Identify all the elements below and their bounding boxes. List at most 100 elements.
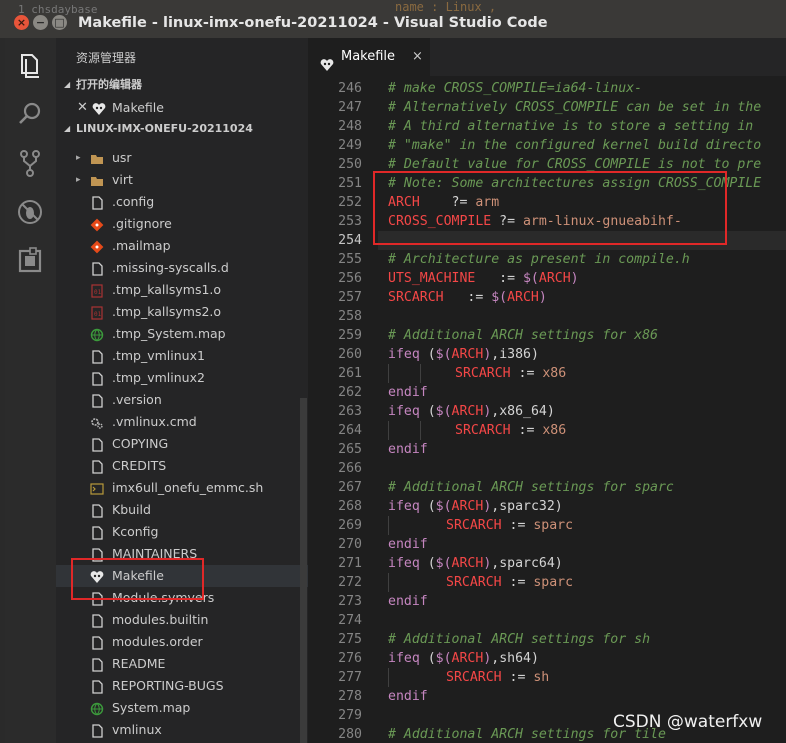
activity-bar <box>5 38 56 743</box>
code-line: endif <box>388 385 428 400</box>
tree-file[interactable]: Kconfig <box>56 521 308 543</box>
project-section[interactable]: ◢ LINUX-IMX-ONEFU-20211024 <box>56 119 308 139</box>
svg-text:01: 01 <box>94 289 102 296</box>
line-number: 258 <box>338 309 362 324</box>
file-icon <box>90 679 104 694</box>
tree-file[interactable]: .vmlinux.cmd <box>56 411 308 433</box>
tree-file[interactable]: 01 .tmp_kallsyms2.o <box>56 301 308 323</box>
file-icon <box>90 261 104 276</box>
line-number: 253 <box>338 214 362 229</box>
source-control-icon[interactable] <box>13 146 47 180</box>
tree-file[interactable]: Kbuild <box>56 499 308 521</box>
tree-file[interactable]: COPYING <box>56 433 308 455</box>
file-icon <box>90 437 104 452</box>
tree-file[interactable]: README <box>56 653 308 675</box>
tree-file[interactable]: imx6ull_onefu_emmc.sh <box>56 477 308 499</box>
tree-item-label: .tmp_vmlinux2 <box>112 370 205 385</box>
close-icon[interactable]: ✕ <box>77 97 88 119</box>
code-line: # Additional ARCH settings for sh <box>388 632 651 647</box>
open-editor-label: Makefile <box>112 100 164 115</box>
tree-item-label: README <box>112 656 166 671</box>
line-number: 268 <box>338 499 362 514</box>
tree-item-label: .config <box>112 194 155 209</box>
code-line: # Additional ARCH settings for x86 <box>388 328 658 343</box>
file-icon <box>90 393 104 408</box>
tree-item-label: .mailmap <box>112 238 171 253</box>
tree-file[interactable]: .mailmap <box>56 235 308 257</box>
code-line: # Additional ARCH settings for sparc <box>388 480 674 495</box>
tab-close-icon[interactable]: × <box>412 38 423 76</box>
tree-file[interactable]: .tmp_System.map <box>56 323 308 345</box>
tab-bar: Makefile × <box>308 38 786 76</box>
line-number: 250 <box>338 157 362 172</box>
line-number: 267 <box>338 480 362 495</box>
line-number: 247 <box>338 100 362 115</box>
background-ghost-text-right: name : Linux , <box>395 0 497 14</box>
tree-file[interactable]: .missing-syscalls.d <box>56 257 308 279</box>
tree-folder[interactable]: ▸ usr <box>56 147 308 169</box>
open-editor-item[interactable]: ✕ Makefile <box>56 97 308 119</box>
indent-guide <box>388 364 389 383</box>
explorer-icon[interactable] <box>13 48 47 82</box>
file-icon <box>90 635 104 650</box>
sidebar-scrollbar[interactable] <box>300 398 307 743</box>
highlight-box-code <box>373 171 727 245</box>
binary-file-icon: 01 <box>90 305 104 320</box>
tree-item-label: .missing-syscalls.d <box>112 260 229 275</box>
indent-guide <box>388 668 389 687</box>
tree-item-label: .tmp_vmlinux1 <box>112 348 205 363</box>
tree-file[interactable]: modules.builtin <box>56 609 308 631</box>
file-icon <box>90 195 104 210</box>
open-editors-section[interactable]: ◢ 打开的编辑器 <box>56 75 308 95</box>
chevron-down-icon: ◢ <box>64 124 71 133</box>
chevron-right-icon[interactable]: ▸ <box>76 147 81 169</box>
open-editors-label: 打开的编辑器 <box>76 78 142 91</box>
tree-file[interactable]: .config <box>56 191 308 213</box>
line-number: 272 <box>338 575 362 590</box>
globe-icon <box>90 701 104 716</box>
tree-item-label: CREDITS <box>112 458 167 473</box>
tree-file[interactable]: 01 .tmp_kallsyms1.o <box>56 279 308 301</box>
window-title: Makefile - linux-imx-onefu-20211024 - Vi… <box>78 15 548 31</box>
code-line: SRCARCH := sh <box>446 670 550 685</box>
tree-item-label: .vmlinux.cmd <box>112 414 197 429</box>
line-number: 254 <box>338 233 362 248</box>
tree-file[interactable]: .tmp_vmlinux1 <box>56 345 308 367</box>
tree-file[interactable]: .version <box>56 389 308 411</box>
line-number: 262 <box>338 385 362 400</box>
code-line: UTS_MACHINE := $(ARCH) <box>388 271 579 286</box>
indent-guide <box>388 516 389 535</box>
code-line: ifeq ($(ARCH),sparc64) <box>388 556 563 571</box>
tree-item-label: modules.order <box>112 634 203 649</box>
line-number: 270 <box>338 537 362 552</box>
line-number: 280 <box>338 727 362 742</box>
code-line: endif <box>388 689 428 704</box>
tree-folder[interactable]: ▸ virt <box>56 169 308 191</box>
tree-file[interactable]: modules.order <box>56 631 308 653</box>
tab-makefile[interactable]: Makefile × <box>308 38 430 76</box>
tree-file[interactable]: CREDITS <box>56 455 308 477</box>
tab-label: Makefile <box>341 49 396 64</box>
debug-icon[interactable] <box>13 195 47 229</box>
code-line: ifeq ($(ARCH),i386) <box>388 347 539 362</box>
tree-file[interactable]: .gitignore <box>56 213 308 235</box>
chevron-right-icon[interactable]: ▸ <box>76 169 81 191</box>
window-maximize-button[interactable]: □ <box>52 15 67 30</box>
tree-file[interactable]: System.map <box>56 697 308 719</box>
tree-file[interactable]: REPORTING-BUGS <box>56 675 308 697</box>
chevron-down-icon: ◢ <box>64 80 71 89</box>
window-minimize-button[interactable]: − <box>33 15 48 30</box>
extensions-icon[interactable] <box>13 244 47 278</box>
line-number: 249 <box>338 138 362 153</box>
tree-item-label: System.map <box>112 700 191 715</box>
search-icon[interactable] <box>13 97 47 131</box>
file-icon <box>90 657 104 672</box>
tree-file[interactable]: vmlinux <box>56 719 308 741</box>
code-line: SRCARCH := sparc <box>446 575 574 590</box>
window-close-button[interactable]: × <box>14 15 29 30</box>
folder-icon <box>90 173 104 187</box>
binary-file-icon: 01 <box>90 283 104 298</box>
tree-file[interactable]: .tmp_vmlinux2 <box>56 367 308 389</box>
indent-guide <box>388 573 389 592</box>
editor-area: Makefile × 246 # make CROSS_COMPILE=ia64-… <box>308 38 786 743</box>
